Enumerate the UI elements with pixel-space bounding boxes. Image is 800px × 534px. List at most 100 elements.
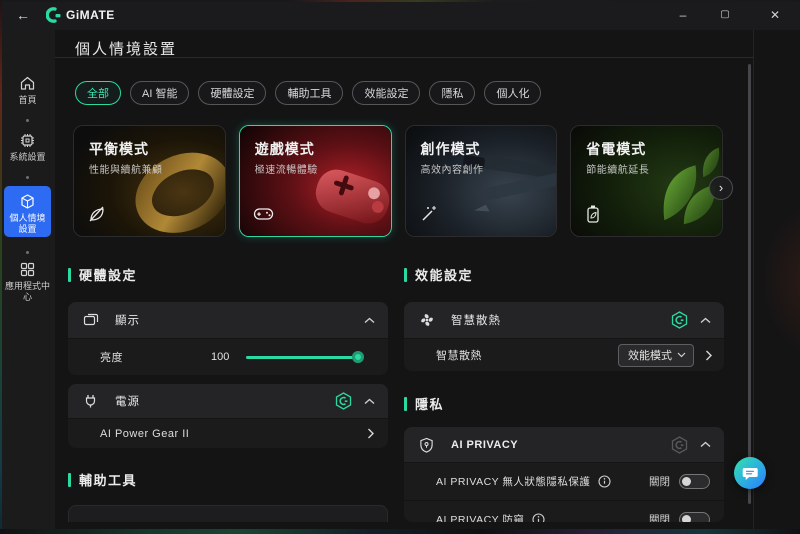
ai-hexagon-badge bbox=[671, 311, 688, 329]
section-accent-bar bbox=[404, 268, 407, 282]
display-card-header[interactable]: 顯示 bbox=[68, 302, 388, 338]
power-card-header[interactable]: 電源 bbox=[68, 384, 388, 418]
mode-card-balanced[interactable]: 平衡模式 性能與續航兼顧 bbox=[73, 125, 226, 237]
page-title: 個人情境設置 bbox=[75, 38, 177, 59]
privacy-unattended-toggle[interactable] bbox=[679, 474, 710, 489]
privacy-row-label: AI PRIVACY 防窺 bbox=[436, 512, 524, 522]
sidebar-item-app-center[interactable]: 應用程式中心 bbox=[0, 261, 55, 303]
chip-icon bbox=[19, 132, 36, 149]
sidebar-dot bbox=[26, 251, 29, 254]
chevron-up-icon[interactable] bbox=[700, 317, 711, 324]
sidebar: 首頁 系統設置 個人情境設置 應用程式中心 bbox=[0, 30, 55, 534]
mode-subtitle: 高效內容創作 bbox=[421, 161, 484, 176]
app-title: GiMATE bbox=[66, 8, 115, 22]
leaf-slash-icon bbox=[87, 204, 107, 224]
display-icon bbox=[83, 312, 99, 328]
brightness-label: 亮度 bbox=[100, 349, 123, 365]
section-title: 硬體設定 bbox=[79, 265, 137, 284]
filter-chip-bar: 全部 AI 智能 硬體設定 輔助工具 效能設定 隱私 個人化 bbox=[75, 81, 541, 105]
sidebar-dot bbox=[26, 119, 29, 122]
filter-chip-all[interactable]: 全部 bbox=[75, 81, 121, 105]
maximize-button[interactable]: ▢ bbox=[709, 0, 741, 30]
sidebar-item-label: 系統設置 bbox=[0, 152, 55, 163]
carousel-next-button[interactable]: › bbox=[709, 176, 733, 200]
privacy-row-unattended: AI PRIVACY 無人狀態隱私保護 關閉 bbox=[404, 462, 724, 500]
window-edge-top bbox=[0, 0, 800, 2]
wallpaper-glow bbox=[760, 200, 800, 360]
vertical-scrollbar[interactable] bbox=[748, 64, 751, 504]
chevron-right-icon bbox=[367, 428, 374, 439]
brightness-slider[interactable] bbox=[246, 351, 363, 363]
chevron-up-icon[interactable] bbox=[364, 398, 375, 405]
toggle-state-label: 關閉 bbox=[649, 474, 670, 489]
cooling-row-label: 智慧散熱 bbox=[436, 347, 482, 363]
slider-thumb[interactable] bbox=[352, 351, 364, 363]
power-gear-label: AI Power Gear II bbox=[100, 428, 189, 440]
filter-chip-performance[interactable]: 效能設定 bbox=[352, 81, 420, 105]
gimate-window: ← GiMATE – ▢ ✕ 首頁 系統設置 個人情境設置 bbox=[0, 0, 800, 534]
mode-card-game[interactable]: 遊戲模式 極速流暢體驗 bbox=[239, 125, 392, 237]
power-gear-row[interactable]: AI Power Gear II bbox=[68, 418, 388, 448]
app-grid-icon bbox=[19, 261, 36, 278]
privacy-row-label: AI PRIVACY 無人狀態隱私保護 bbox=[436, 474, 590, 489]
ai-chat-button[interactable] bbox=[734, 457, 766, 489]
gamepad-icon bbox=[253, 204, 273, 224]
chevron-right-icon[interactable] bbox=[705, 350, 712, 361]
mode-subtitle: 極速流暢體驗 bbox=[255, 161, 318, 176]
minimize-button[interactable]: – bbox=[667, 0, 699, 30]
mode-title: 平衡模式 bbox=[89, 139, 149, 159]
back-button[interactable]: ← bbox=[13, 6, 33, 24]
section-performance: 效能設定 bbox=[404, 265, 473, 284]
section-hardware: 硬體設定 bbox=[68, 265, 137, 284]
section-privacy: 隱私 bbox=[404, 394, 444, 413]
ai-hexagon-badge-dimmed bbox=[671, 436, 688, 454]
filter-chip-personalize[interactable]: 個人化 bbox=[484, 81, 541, 105]
section-assist: 輔助工具 bbox=[68, 470, 137, 489]
sidebar-item-personal-scenario[interactable]: 個人情境設置 bbox=[4, 186, 51, 237]
section-title: 隱私 bbox=[415, 394, 444, 413]
close-button[interactable]: ✕ bbox=[759, 0, 791, 30]
privacy-card-header[interactable]: AI PRIVACY bbox=[404, 427, 724, 462]
card-title: 智慧散熱 bbox=[451, 312, 501, 328]
filter-chip-assist[interactable]: 輔助工具 bbox=[275, 81, 343, 105]
battery-leaf-icon bbox=[584, 204, 604, 224]
mode-card-powersave[interactable]: 省電模式 節能續航延長 bbox=[570, 125, 723, 237]
card-title: 電源 bbox=[115, 393, 140, 409]
section-accent-bar bbox=[68, 268, 71, 282]
sidebar-item-home[interactable]: 首頁 bbox=[0, 75, 55, 106]
home-icon bbox=[19, 75, 36, 92]
info-icon[interactable] bbox=[532, 513, 545, 522]
cooling-mode-dropdown[interactable]: 效能模式 bbox=[618, 344, 694, 367]
mode-card-creator[interactable]: 創作模式 高效內容創作 bbox=[405, 125, 558, 237]
mode-title: 遊戲模式 bbox=[255, 139, 315, 159]
cooling-card-header[interactable]: 智慧散熱 bbox=[404, 302, 724, 338]
sidebar-dot bbox=[26, 176, 29, 179]
section-accent-bar bbox=[404, 397, 407, 411]
chevron-down-icon bbox=[677, 352, 686, 358]
mode-title: 省電模式 bbox=[586, 139, 646, 159]
fan-icon bbox=[419, 312, 435, 328]
dropdown-value: 效能模式 bbox=[628, 347, 672, 363]
sidebar-item-label: 應用程式中心 bbox=[0, 281, 55, 303]
titlebar: ← GiMATE – ▢ ✕ bbox=[0, 0, 800, 30]
filter-chip-privacy[interactable]: 隱私 bbox=[429, 81, 475, 105]
assist-card-partial bbox=[68, 505, 388, 522]
section-title: 效能設定 bbox=[415, 265, 473, 284]
sidebar-item-label: 首頁 bbox=[0, 95, 55, 106]
toggle-state-label: 關閉 bbox=[649, 512, 670, 522]
card-title: 顯示 bbox=[115, 312, 140, 328]
filter-chip-ai[interactable]: AI 智能 bbox=[130, 81, 189, 105]
chevron-up-icon[interactable] bbox=[364, 317, 375, 324]
window-edge-bottom bbox=[0, 529, 800, 534]
privacy-antipeek-toggle[interactable] bbox=[679, 512, 710, 522]
section-accent-bar bbox=[68, 473, 71, 487]
mode-subtitle: 性能與續航兼顧 bbox=[89, 161, 163, 176]
power-card: 電源 AI Power Gear II bbox=[68, 384, 388, 448]
info-icon[interactable] bbox=[598, 475, 611, 488]
mode-title: 創作模式 bbox=[421, 139, 481, 159]
filter-chip-hardware[interactable]: 硬體設定 bbox=[198, 81, 266, 105]
chevron-up-icon[interactable] bbox=[700, 441, 711, 448]
chat-bubble-icon bbox=[742, 466, 758, 481]
gimate-logo-icon bbox=[46, 7, 62, 23]
sidebar-item-system[interactable]: 系統設置 bbox=[0, 132, 55, 163]
